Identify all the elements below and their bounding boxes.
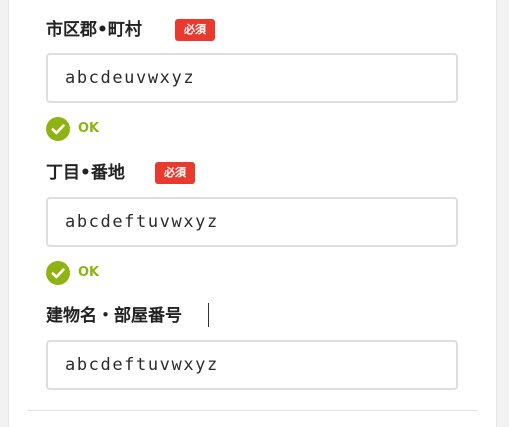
check-circle-icon	[46, 261, 70, 285]
city-input[interactable]	[46, 53, 458, 103]
street-input[interactable]	[46, 197, 458, 247]
text-cursor	[208, 303, 209, 327]
city-label: 市区郡•町村	[46, 20, 142, 40]
section-divider	[28, 410, 478, 411]
ok-status-text: OK	[78, 265, 100, 280]
building-input[interactable]	[46, 340, 458, 390]
ok-status-text: OK	[78, 121, 100, 136]
city-valid-status: OK	[46, 117, 99, 141]
street-valid-status: OK	[46, 261, 99, 285]
building-label: 建物名・部屋番号	[46, 306, 182, 326]
required-badge: 必須	[155, 162, 195, 184]
required-badge: 必須	[175, 19, 215, 41]
check-circle-icon	[46, 117, 70, 141]
street-label: 丁目•番地	[46, 163, 125, 183]
